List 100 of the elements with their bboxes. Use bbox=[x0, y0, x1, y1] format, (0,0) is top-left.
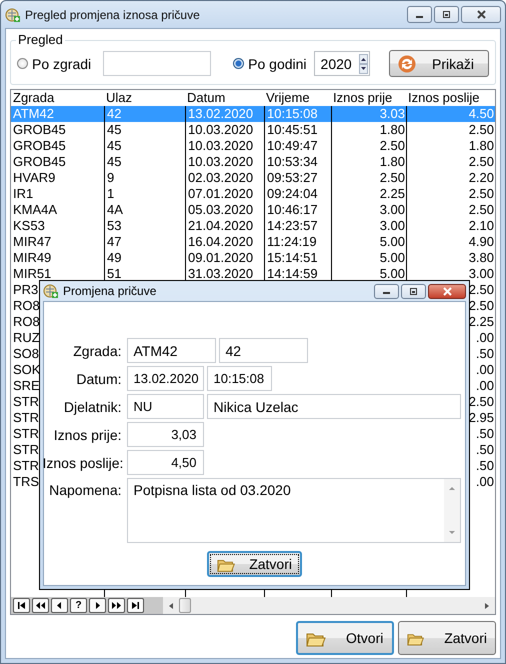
input-field[interactable]: 42 bbox=[218, 338, 308, 363]
table-cell: 2.50 bbox=[468, 122, 494, 137]
table-cell: 2.50 bbox=[380, 138, 405, 153]
table-cell: .00 bbox=[476, 378, 494, 393]
field-label: Iznos prije: bbox=[52, 426, 122, 442]
close-button[interactable]: Zatvori bbox=[207, 551, 302, 577]
table-cell: SOK bbox=[13, 362, 40, 377]
column-header[interactable]: Ulaz bbox=[104, 90, 185, 106]
close-icon bbox=[476, 10, 486, 19]
last-record-icon bbox=[130, 600, 141, 611]
table-cell: 2.50 bbox=[468, 298, 494, 313]
table-cell: GROB45 bbox=[13, 122, 66, 137]
table-cell: GROB45 bbox=[13, 154, 66, 169]
table-cell: HVAR9 bbox=[13, 170, 56, 185]
app-icon bbox=[5, 6, 21, 22]
window-title: Pregled promjena iznosa pričuve bbox=[25, 8, 201, 22]
table-cell: 2.95 bbox=[468, 410, 494, 425]
navigation-button[interactable] bbox=[32, 598, 49, 613]
table-cell: 1.80 bbox=[468, 138, 494, 153]
table-cell: 16.04.2020 bbox=[188, 234, 254, 249]
radio-option[interactable]: Po zgradi bbox=[17, 56, 92, 72]
scroll-thumb[interactable] bbox=[179, 598, 191, 613]
maximize-button[interactable] bbox=[401, 284, 426, 298]
close-button[interactable] bbox=[461, 6, 501, 23]
table-row[interactable]: GROB45 45 10.03.2020 10:49:47 2.50 1.80 bbox=[11, 138, 495, 154]
radio-button[interactable] bbox=[17, 58, 28, 69]
table-cell: STR bbox=[13, 458, 39, 473]
table-row[interactable]: MIR47 47 16.04.2020 11:24:19 5.00 4.90 bbox=[11, 234, 495, 250]
close-window-button[interactable]: Zatvori bbox=[398, 621, 496, 655]
help-button[interactable]: ? bbox=[70, 598, 87, 613]
table-row[interactable]: GROB45 45 10.03.2020 10:53:34 1.80 2.50 bbox=[11, 154, 495, 170]
table-cell: 2.50 bbox=[468, 186, 494, 201]
column-header[interactable]: Zgrada bbox=[11, 90, 104, 106]
table-row[interactable]: MIR49 49 09.01.2020 15:14:51 5.00 3.80 bbox=[11, 250, 495, 266]
field-label: Djelatnik: bbox=[62, 398, 122, 414]
table-row[interactable]: KS53 53 21.04.2020 14:23:57 3.00 2.10 bbox=[11, 218, 495, 234]
table-cell: 3.03 bbox=[380, 106, 405, 121]
year-spinner[interactable]: 2020 bbox=[314, 51, 370, 76]
table-cell: 45 bbox=[107, 138, 122, 153]
input-field[interactable]: NU bbox=[126, 394, 204, 419]
table-cell: 4.50 bbox=[468, 106, 494, 121]
table-cell: 21.04.2020 bbox=[188, 218, 254, 233]
vertical-scrollbar[interactable] bbox=[444, 479, 460, 542]
table-cell: .50 bbox=[476, 426, 494, 441]
table-cell: .50 bbox=[476, 458, 494, 473]
restore-icon bbox=[442, 10, 451, 19]
table-cell: 1.80 bbox=[380, 154, 405, 169]
table-row[interactable]: HVAR9 9 02.03.2020 09:53:27 2.50 2.20 bbox=[11, 170, 495, 186]
table-cell: 3.00 bbox=[380, 202, 405, 217]
table-cell: RUZ bbox=[13, 330, 40, 345]
minimize-icon bbox=[383, 292, 390, 294]
input-field[interactable]: ATM42 bbox=[126, 338, 216, 363]
table-cell: 9 bbox=[107, 170, 114, 185]
navigation-button[interactable] bbox=[51, 598, 68, 613]
show-button[interactable]: Prikaži bbox=[389, 50, 489, 77]
column-header[interactable]: Iznos prije bbox=[331, 90, 406, 106]
close-icon bbox=[442, 286, 452, 296]
table-cell: 15:14:51 bbox=[267, 250, 318, 265]
column-header[interactable]: Iznos poslije bbox=[406, 90, 495, 106]
table-cell: 51 bbox=[107, 266, 122, 281]
table-cell: 31.03.2020 bbox=[188, 266, 254, 281]
table-cell: STR bbox=[13, 410, 39, 425]
minimize-button[interactable] bbox=[407, 6, 432, 23]
table-cell: 2.20 bbox=[468, 170, 494, 185]
refresh-icon bbox=[398, 54, 416, 72]
open-button[interactable]: Otvori bbox=[296, 621, 394, 655]
table-cell: 2.50 bbox=[468, 394, 494, 409]
column-header[interactable]: Vrijeme bbox=[264, 90, 331, 106]
table-cell: ATM42 bbox=[13, 106, 54, 121]
radio-option[interactable]: Po godini bbox=[233, 56, 307, 72]
note-field[interactable]: Potpisna lista od 03.2020 bbox=[126, 478, 460, 543]
radio-button[interactable] bbox=[233, 58, 244, 69]
input-field[interactable]: 13.02.2020 bbox=[126, 366, 204, 391]
field-label: Iznos poslije: bbox=[42, 454, 122, 470]
table-cell: 10:46:17 bbox=[267, 202, 318, 217]
input-field[interactable]: Nikica Uzelac bbox=[206, 394, 460, 419]
navigation-button[interactable] bbox=[108, 598, 125, 613]
close-button[interactable] bbox=[428, 284, 466, 298]
minimize-button[interactable] bbox=[374, 284, 399, 298]
table-cell: .00 bbox=[476, 362, 494, 377]
horizontal-scrollbar[interactable] bbox=[163, 597, 495, 614]
input-field[interactable]: 4,50 bbox=[126, 450, 204, 475]
table-cell: .50 bbox=[476, 442, 494, 457]
table-row[interactable]: GROB45 45 10.03.2020 10:45:51 1.80 2.50 bbox=[11, 122, 495, 138]
table-row[interactable]: KMA4A 4A 05.03.2020 10:46:17 3.00 2.50 bbox=[11, 202, 495, 218]
input-field[interactable]: 3,03 bbox=[126, 422, 204, 447]
navigation-button[interactable] bbox=[127, 598, 144, 613]
input-field[interactable]: 10:15:08 bbox=[206, 366, 272, 391]
navigation-button[interactable] bbox=[13, 598, 30, 613]
restore-icon bbox=[409, 286, 418, 296]
table-row[interactable]: IR1 1 07.01.2020 09:24:04 2.25 2.50 bbox=[11, 186, 495, 202]
table-cell: 13.02.2020 bbox=[188, 106, 254, 121]
table-cell: 2.25 bbox=[380, 186, 405, 201]
building-field[interactable] bbox=[103, 51, 212, 76]
navigation-button[interactable] bbox=[89, 598, 106, 613]
table-cell: 1 bbox=[107, 186, 114, 201]
table-cell: MIR51 bbox=[13, 266, 52, 281]
column-header[interactable]: Datum bbox=[185, 90, 264, 106]
maximize-button[interactable] bbox=[434, 6, 459, 23]
spinner-arrows-icon bbox=[358, 54, 368, 74]
